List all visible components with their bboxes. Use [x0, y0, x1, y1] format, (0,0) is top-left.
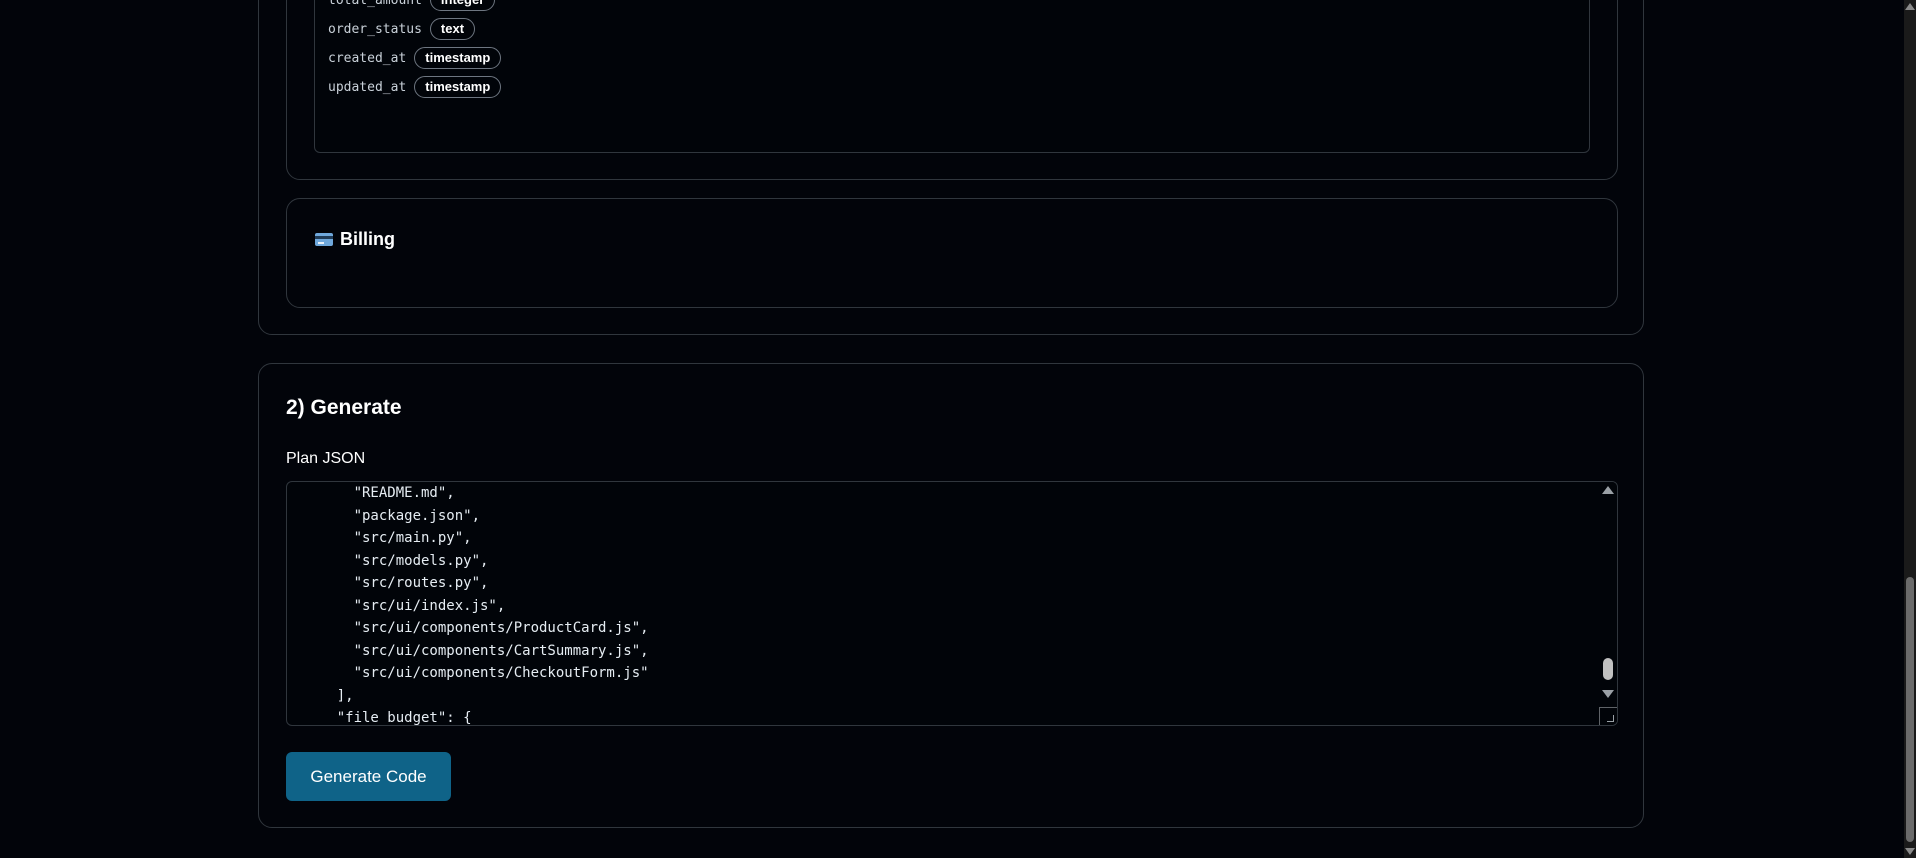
page-scrollbar[interactable] — [1904, 0, 1916, 858]
billing-title: Billing — [340, 229, 395, 249]
generate-code-button[interactable]: Generate Code — [286, 752, 451, 801]
field-type-badge: integer — [429, 0, 496, 11]
section-title: 2) Generate — [286, 396, 402, 419]
orders-fields-list: user_id uuid total_amount integer order_… — [314, 0, 1590, 153]
scroll-down-arrow-icon[interactable] — [1905, 848, 1915, 855]
scroll-up-arrow-icon[interactable] — [1602, 486, 1614, 494]
field-row: order_status text — [328, 18, 476, 40]
billing-header: Billing — [315, 229, 395, 250]
field-name: order_status — [328, 21, 422, 37]
page-scroll-thumb[interactable] — [1906, 577, 1914, 842]
scroll-down-arrow-icon[interactable] — [1602, 690, 1614, 698]
plan-json-label: Plan JSON — [286, 450, 366, 467]
plan-json-textarea[interactable]: "README.md", "package.json", "src/main.p… — [286, 481, 1618, 726]
credit-card-icon — [315, 233, 333, 246]
field-row: created_at timestamp — [328, 47, 502, 69]
field-name: total_amount — [328, 0, 422, 8]
field-name: updated_at — [328, 79, 407, 95]
field-type-badge: text — [429, 18, 476, 40]
billing-card: Billing — [286, 198, 1618, 308]
resize-handle-icon[interactable] — [1599, 707, 1617, 725]
page: user_id uuid total_amount integer order_… — [0, 0, 1916, 858]
field-type-badge: timestamp — [414, 76, 502, 98]
field-row: updated_at timestamp — [328, 76, 502, 98]
textarea-scrollbar[interactable] — [1598, 482, 1617, 725]
field-name: created_at — [328, 50, 407, 66]
plan-json-content: "README.md", "package.json", "src/main.p… — [336, 485, 649, 726]
orders-table-card: user_id uuid total_amount integer order_… — [286, 0, 1618, 180]
field-row: total_amount integer — [328, 0, 496, 11]
field-type-badge: timestamp — [414, 47, 502, 69]
scroll-up-arrow-icon[interactable] — [1905, 3, 1915, 10]
textarea-scroll-thumb[interactable] — [1603, 658, 1613, 680]
schema-section: user_id uuid total_amount integer order_… — [258, 0, 1644, 335]
generate-section: 2) Generate Plan JSON "README.md", "pack… — [258, 363, 1644, 828]
